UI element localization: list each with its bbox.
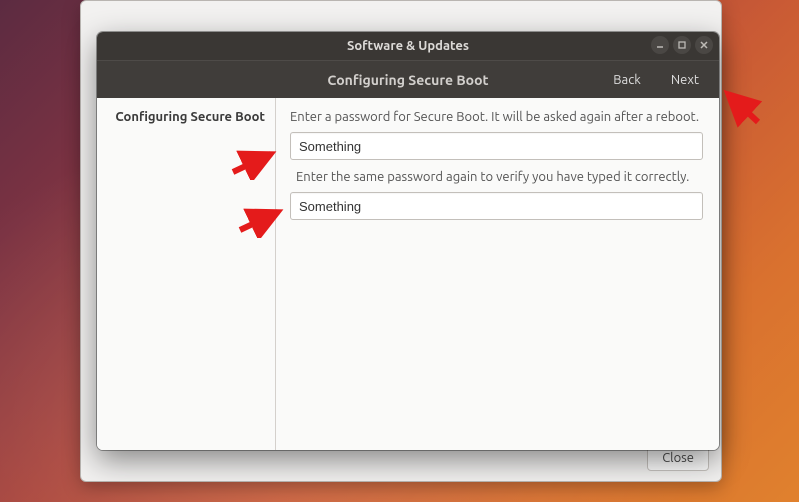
password-instruction: Enter a password for Secure Boot. It wil… bbox=[290, 110, 703, 124]
sidebar-heading: Configuring Secure Boot bbox=[97, 110, 275, 124]
next-button[interactable]: Next bbox=[657, 65, 713, 95]
dialog-window: Software & Updates Configuring Secure Bo… bbox=[97, 32, 719, 450]
window-title: Software & Updates bbox=[97, 39, 719, 53]
annotation-arrow-icon bbox=[718, 88, 768, 128]
confirm-password-input[interactable] bbox=[290, 192, 703, 220]
confirm-instruction: Enter the same password again to verify … bbox=[296, 170, 703, 184]
maximize-icon[interactable] bbox=[673, 36, 691, 54]
content-area: Configuring Secure Boot Enter a password… bbox=[97, 98, 719, 450]
desktop-background: Close Software & Updates Configuring Sec… bbox=[0, 0, 799, 502]
close-icon[interactable] bbox=[695, 36, 713, 54]
main-panel: Enter a password for Secure Boot. It wil… bbox=[276, 98, 719, 450]
headerbar: Configuring Secure Boot Back Next bbox=[97, 60, 719, 100]
titlebar: Software & Updates bbox=[97, 32, 719, 60]
sidebar: Configuring Secure Boot bbox=[97, 98, 276, 450]
minimize-icon[interactable] bbox=[651, 36, 669, 54]
password-input[interactable] bbox=[290, 132, 703, 160]
back-button[interactable]: Back bbox=[599, 65, 655, 95]
